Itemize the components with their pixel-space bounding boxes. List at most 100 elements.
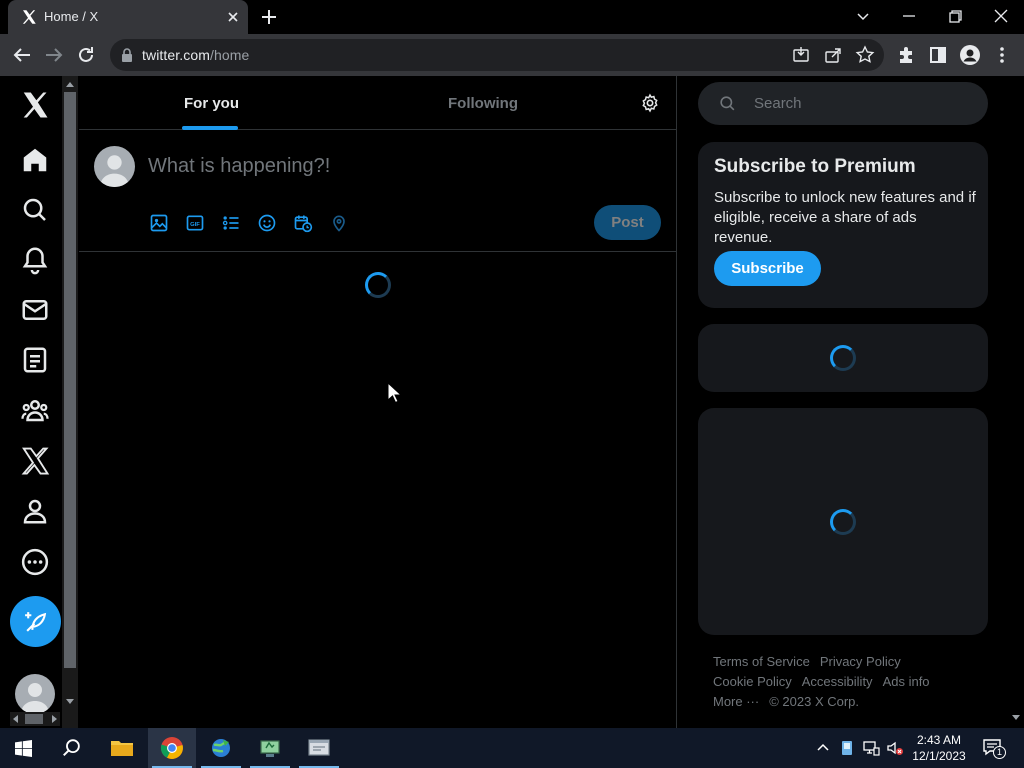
action-center-button[interactable]: 1 bbox=[982, 737, 1006, 759]
emoji-icon[interactable] bbox=[257, 213, 277, 233]
minimize-icon[interactable] bbox=[897, 4, 921, 28]
copyright: © 2023 X Corp. bbox=[769, 694, 860, 709]
compose-post-button[interactable] bbox=[10, 596, 61, 647]
home-icon[interactable] bbox=[20, 145, 50, 175]
profile-icon[interactable] bbox=[20, 496, 50, 526]
extensions-icon[interactable] bbox=[894, 43, 918, 67]
forward-icon[interactable] bbox=[42, 43, 66, 67]
timeline-tabs: For you Following bbox=[79, 76, 677, 130]
chevron-up-icon[interactable] bbox=[814, 739, 832, 757]
post-button[interactable]: Post bbox=[594, 205, 661, 240]
volume-muted-icon[interactable] bbox=[886, 739, 904, 757]
browser-tab[interactable]: Home / X bbox=[8, 0, 248, 34]
taskbar-app-window[interactable] bbox=[295, 728, 343, 768]
mouse-cursor-icon bbox=[387, 382, 401, 404]
side-panel-icon[interactable] bbox=[926, 43, 950, 67]
scroll-up-icon[interactable] bbox=[65, 80, 75, 90]
taskbar-app-monitor[interactable] bbox=[246, 728, 294, 768]
gif-icon[interactable]: GIF bbox=[185, 213, 205, 233]
cookie-link[interactable]: Cookie Policy bbox=[713, 674, 792, 689]
loading-card bbox=[698, 324, 988, 392]
system-clock[interactable]: 2:43 AM 12/1/2023 bbox=[906, 732, 972, 764]
x-logo-icon[interactable] bbox=[20, 90, 50, 120]
ads-info-link[interactable]: Ads info bbox=[883, 674, 930, 689]
share-icon[interactable] bbox=[822, 44, 844, 66]
default-avatar-icon bbox=[21, 683, 49, 714]
window-app-icon bbox=[308, 739, 330, 756]
restore-icon[interactable] bbox=[943, 4, 967, 28]
privacy-link[interactable]: Privacy Policy bbox=[820, 654, 901, 669]
taskbar-search-button[interactable] bbox=[48, 728, 96, 768]
install-app-icon[interactable] bbox=[790, 44, 812, 66]
search-input[interactable]: Search bbox=[698, 82, 988, 125]
communities-icon[interactable] bbox=[20, 395, 50, 425]
horizontal-scroll-thumb[interactable] bbox=[25, 714, 43, 724]
footer-links: Terms of Service Privacy Policy Cookie Po… bbox=[713, 652, 983, 712]
profile-icon[interactable] bbox=[958, 43, 982, 67]
scroll-left-icon[interactable] bbox=[12, 715, 20, 723]
more-icon[interactable] bbox=[20, 547, 50, 577]
lock-icon[interactable] bbox=[120, 47, 134, 63]
close-window-icon[interactable] bbox=[989, 4, 1013, 28]
tab-search-icon[interactable] bbox=[851, 4, 875, 28]
scroll-down-icon[interactable] bbox=[1011, 712, 1021, 722]
page-content: For you Following What is happening?! GI… bbox=[0, 76, 1024, 728]
new-tab-icon[interactable] bbox=[258, 6, 280, 28]
notifications-icon[interactable] bbox=[20, 245, 50, 275]
card-loading-spinner bbox=[830, 345, 856, 371]
left-sidebar bbox=[0, 76, 62, 728]
network-icon[interactable] bbox=[862, 739, 880, 757]
search-placeholder: Search bbox=[754, 95, 802, 112]
card-loading-spinner bbox=[830, 509, 856, 535]
folder-icon bbox=[111, 741, 133, 756]
x-favicon-icon bbox=[22, 10, 36, 24]
taskbar-app-globe[interactable] bbox=[197, 728, 245, 768]
reload-icon[interactable] bbox=[74, 43, 98, 67]
premium-card: Subscribe to Premium Subscribe to unlock… bbox=[698, 142, 988, 308]
subscribe-button[interactable]: Subscribe bbox=[714, 251, 821, 286]
gear-icon[interactable] bbox=[640, 93, 660, 113]
notification-count-badge: 1 bbox=[993, 746, 1006, 759]
address-bar[interactable]: twitter.com/home bbox=[110, 39, 884, 71]
sidebar-scrollbar[interactable] bbox=[62, 76, 78, 728]
url-text[interactable]: twitter.com/home bbox=[142, 47, 249, 63]
bookmark-star-icon[interactable] bbox=[854, 44, 876, 66]
more-link[interactable]: More ··· bbox=[713, 694, 759, 709]
media-icon[interactable] bbox=[149, 213, 169, 233]
accessibility-link[interactable]: Accessibility bbox=[802, 674, 873, 689]
messages-icon[interactable] bbox=[20, 295, 50, 325]
monitor-app-icon bbox=[260, 740, 280, 757]
horizontal-scrollbar[interactable] bbox=[10, 712, 60, 726]
start-button[interactable] bbox=[0, 728, 48, 768]
schedule-icon[interactable] bbox=[293, 213, 313, 233]
premium-description: Subscribe to unlock new features and if … bbox=[714, 189, 976, 246]
terms-link[interactable]: Terms of Service bbox=[713, 654, 810, 669]
tab-for-you[interactable]: For you bbox=[184, 95, 239, 112]
explore-icon[interactable] bbox=[20, 195, 50, 225]
tab-following[interactable]: Following bbox=[448, 95, 518, 112]
tab-title: Home / X bbox=[44, 9, 99, 24]
premium-x-icon[interactable] bbox=[20, 446, 50, 476]
active-tab-indicator bbox=[182, 126, 238, 130]
poll-icon[interactable] bbox=[221, 213, 241, 233]
close-tab-icon[interactable] bbox=[224, 8, 242, 26]
location-icon[interactable] bbox=[329, 213, 349, 233]
main-timeline: For you Following What is happening?! GI… bbox=[79, 76, 677, 728]
back-icon[interactable] bbox=[10, 43, 34, 67]
search-icon bbox=[63, 739, 80, 757]
scroll-right-icon[interactable] bbox=[50, 715, 58, 723]
scroll-down-icon[interactable] bbox=[65, 696, 75, 706]
globe-app-icon bbox=[212, 739, 230, 757]
lists-icon[interactable] bbox=[20, 345, 50, 375]
scroll-thumb[interactable] bbox=[64, 92, 76, 668]
chrome-icon bbox=[160, 737, 183, 759]
tray-app-icon[interactable] bbox=[838, 739, 856, 757]
page-scrollbar[interactable] bbox=[1008, 76, 1024, 728]
menu-dots-icon[interactable] bbox=[990, 43, 1014, 67]
avatar[interactable] bbox=[94, 146, 135, 187]
clock-time: 2:43 AM bbox=[916, 733, 962, 747]
taskbar-chrome[interactable] bbox=[148, 728, 196, 768]
account-avatar[interactable] bbox=[15, 674, 55, 714]
taskbar-file-explorer[interactable] bbox=[98, 728, 146, 768]
compose-input[interactable]: What is happening?! bbox=[148, 155, 330, 178]
